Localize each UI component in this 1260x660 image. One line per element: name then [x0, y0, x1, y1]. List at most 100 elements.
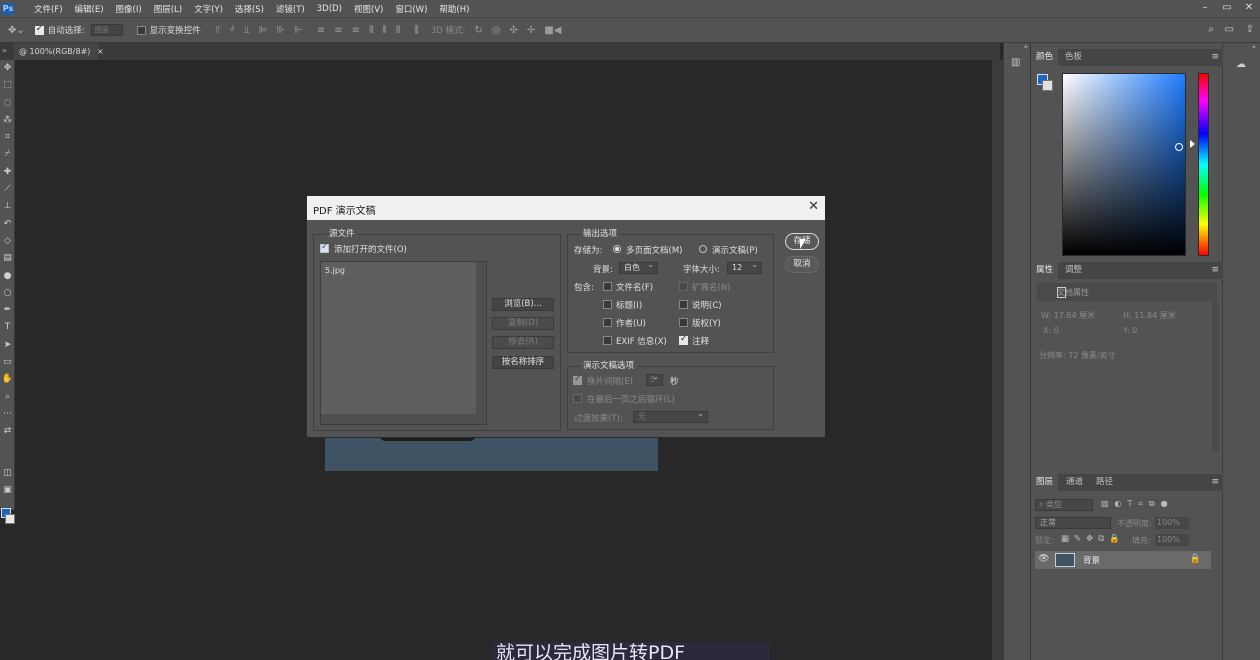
libraries-icon[interactable]: ☁	[1236, 59, 1246, 70]
zoom-tool-icon[interactable]: ⌕	[0, 389, 15, 406]
menu-type[interactable]: 文字(Y)	[194, 3, 223, 15]
distribute-bottom-icon[interactable]: ≡	[352, 25, 360, 36]
pen-tool-icon[interactable]: ✒	[0, 302, 15, 319]
menu-select[interactable]: 选择(S)	[235, 3, 264, 15]
auto-align-icon[interactable]: ⫼	[414, 25, 419, 36]
path-selection-tool-icon[interactable]: ➤	[0, 337, 15, 354]
restore-button[interactable]: ▭	[1216, 0, 1238, 17]
layer-filter-select[interactable]: ⌕ 类型	[1035, 499, 1093, 511]
crop-tool-icon[interactable]: ⌗	[0, 129, 15, 146]
presentation-radio[interactable]	[699, 245, 707, 253]
menu-help[interactable]: 帮助(H)	[439, 3, 469, 15]
align-right-icon[interactable]: ⊩	[294, 25, 303, 36]
more-tools-icon[interactable]: ⋯	[0, 406, 15, 423]
tab-color[interactable]: 颜色	[1031, 49, 1059, 66]
type-tool-icon[interactable]: T	[0, 319, 15, 336]
background-select[interactable]: 白色	[619, 260, 658, 274]
3d-roll-icon[interactable]: ◎	[492, 25, 501, 36]
eraser-tool-icon[interactable]: ◇	[0, 233, 15, 250]
3d-scale-icon[interactable]: ■◀	[544, 25, 561, 36]
screen-mode-icon[interactable]: ▣	[0, 482, 15, 499]
extension-checkbox[interactable]	[679, 282, 688, 291]
fill-input[interactable]: 100%	[1155, 534, 1189, 546]
menu-view[interactable]: 视图(V)	[354, 3, 383, 15]
opacity-input[interactable]: 100%	[1155, 517, 1189, 529]
quick-mask-icon[interactable]: ◫	[0, 465, 15, 482]
visibility-eye-icon[interactable]: 👁	[1038, 554, 1049, 564]
title-checkbox[interactable]	[603, 300, 612, 309]
eyedropper-tool-icon[interactable]: ⌿	[0, 146, 15, 163]
menu-3d[interactable]: 3D(D)	[317, 4, 342, 14]
remove-button[interactable]: 移去(R)	[492, 336, 554, 349]
healing-brush-tool-icon[interactable]: ✚	[0, 164, 15, 181]
marquee-tool-icon[interactable]: ⬚	[0, 77, 15, 94]
menu-filter[interactable]: 滤镜(T)	[276, 3, 305, 15]
share-icon[interactable]: ⇪	[1246, 24, 1254, 35]
tab-channels[interactable]: 通道	[1061, 474, 1088, 491]
blend-mode-select[interactable]: 正常	[1035, 517, 1111, 529]
layer-row-background[interactable]: 👁 背景 🔒	[1035, 551, 1211, 569]
description-checkbox[interactable]	[679, 300, 688, 309]
hand-tool-icon[interactable]: ✋	[0, 371, 15, 388]
move-tool-icon[interactable]: ✥	[0, 60, 15, 77]
tab-properties[interactable]: 属性	[1031, 262, 1059, 279]
list-item[interactable]: 5.jpg	[325, 266, 345, 275]
source-files-list[interactable]: 5.jpg	[320, 261, 487, 425]
dock-expand-icon[interactable]: »	[1252, 43, 1256, 51]
advance-checkbox[interactable]	[573, 374, 582, 385]
search-icon[interactable]: ⌕	[1208, 24, 1214, 35]
list-vertical-scrollbar[interactable]	[476, 262, 486, 424]
rectangle-tool-icon[interactable]: ▭	[0, 354, 15, 371]
dodge-tool-icon[interactable]: ○	[0, 285, 15, 302]
distribute-top-icon[interactable]: ≡	[317, 25, 325, 36]
browse-button[interactable]: 浏览(B)...	[492, 298, 554, 311]
minimize-button[interactable]: –	[1194, 0, 1216, 17]
menu-layer[interactable]: 图层(L)	[154, 3, 182, 15]
workspace-scrollbar[interactable]	[992, 60, 1003, 660]
dock-collapse-icon[interactable]: «	[1024, 43, 1028, 51]
author-checkbox[interactable]	[603, 318, 612, 327]
copyright-checkbox[interactable]	[679, 318, 688, 327]
exif-checkbox[interactable]	[603, 336, 612, 345]
dialog-close-icon[interactable]: ✕	[808, 199, 819, 215]
history-brush-tool-icon[interactable]: ↶	[0, 216, 15, 233]
lock-icons[interactable]: ▦✎✥⧉🔒	[1061, 534, 1125, 544]
panel-menu-icon[interactable]: ≡	[1211, 52, 1219, 62]
tab-swatches[interactable]: 色板	[1060, 49, 1087, 66]
align-left-icon[interactable]: ⊫	[259, 25, 268, 36]
close-tab-icon[interactable]: ×	[97, 47, 104, 56]
histogram-panel-icon[interactable]: ▥	[1011, 57, 1020, 68]
swap-colors-icon[interactable]: ⇄	[0, 423, 15, 440]
font-size-select[interactable]: 12	[727, 260, 762, 274]
hue-slider-handle[interactable]	[1190, 140, 1195, 148]
properties-scrollbar[interactable]	[1212, 302, 1219, 452]
transition-select[interactable]: 无	[633, 409, 708, 423]
auto-select-target-select[interactable]: 图层	[90, 24, 123, 36]
brush-tool-icon[interactable]: ⟋	[0, 181, 15, 198]
lasso-tool-icon[interactable]: ◌	[0, 95, 15, 112]
show-transform-checkbox[interactable]	[136, 25, 146, 35]
menu-window[interactable]: 窗口(W)	[395, 3, 427, 15]
move-tool-icon[interactable]: ✥⌄	[8, 25, 25, 36]
3d-orbit-icon[interactable]: ↻	[474, 25, 482, 36]
tab-paths[interactable]: 路径	[1091, 474, 1118, 491]
sort-by-name-button[interactable]: 按名称排序	[492, 356, 554, 369]
document-canvas[interactable]	[325, 436, 658, 471]
distribute-right-icon[interactable]: ⦀	[396, 25, 400, 36]
align-bottom-icon[interactable]: ⫫	[244, 25, 250, 36]
hue-slider[interactable]	[1198, 73, 1209, 256]
menu-edit[interactable]: 编辑(E)	[75, 3, 104, 15]
panel-menu-icon[interactable]: ≡	[1211, 477, 1219, 487]
align-vcenter-icon[interactable]: ⫩	[229, 25, 235, 36]
color-picker-marker[interactable]	[1175, 143, 1183, 151]
3d-slide-icon[interactable]: ✢	[527, 25, 535, 36]
clone-stamp-tool-icon[interactable]: ⊥	[0, 198, 15, 215]
tab-layers[interactable]: 图层	[1031, 474, 1059, 491]
cancel-button[interactable]: 取消	[785, 256, 819, 273]
list-horizontal-scrollbar[interactable]	[321, 414, 476, 424]
panel-collapse-icon[interactable]: »	[2, 46, 7, 55]
color-field[interactable]	[1062, 73, 1186, 256]
distribute-left-icon[interactable]: ⦀	[369, 25, 373, 36]
panel-menu-icon[interactable]: ≡	[1211, 265, 1219, 275]
multi-page-radio[interactable]	[613, 245, 621, 253]
